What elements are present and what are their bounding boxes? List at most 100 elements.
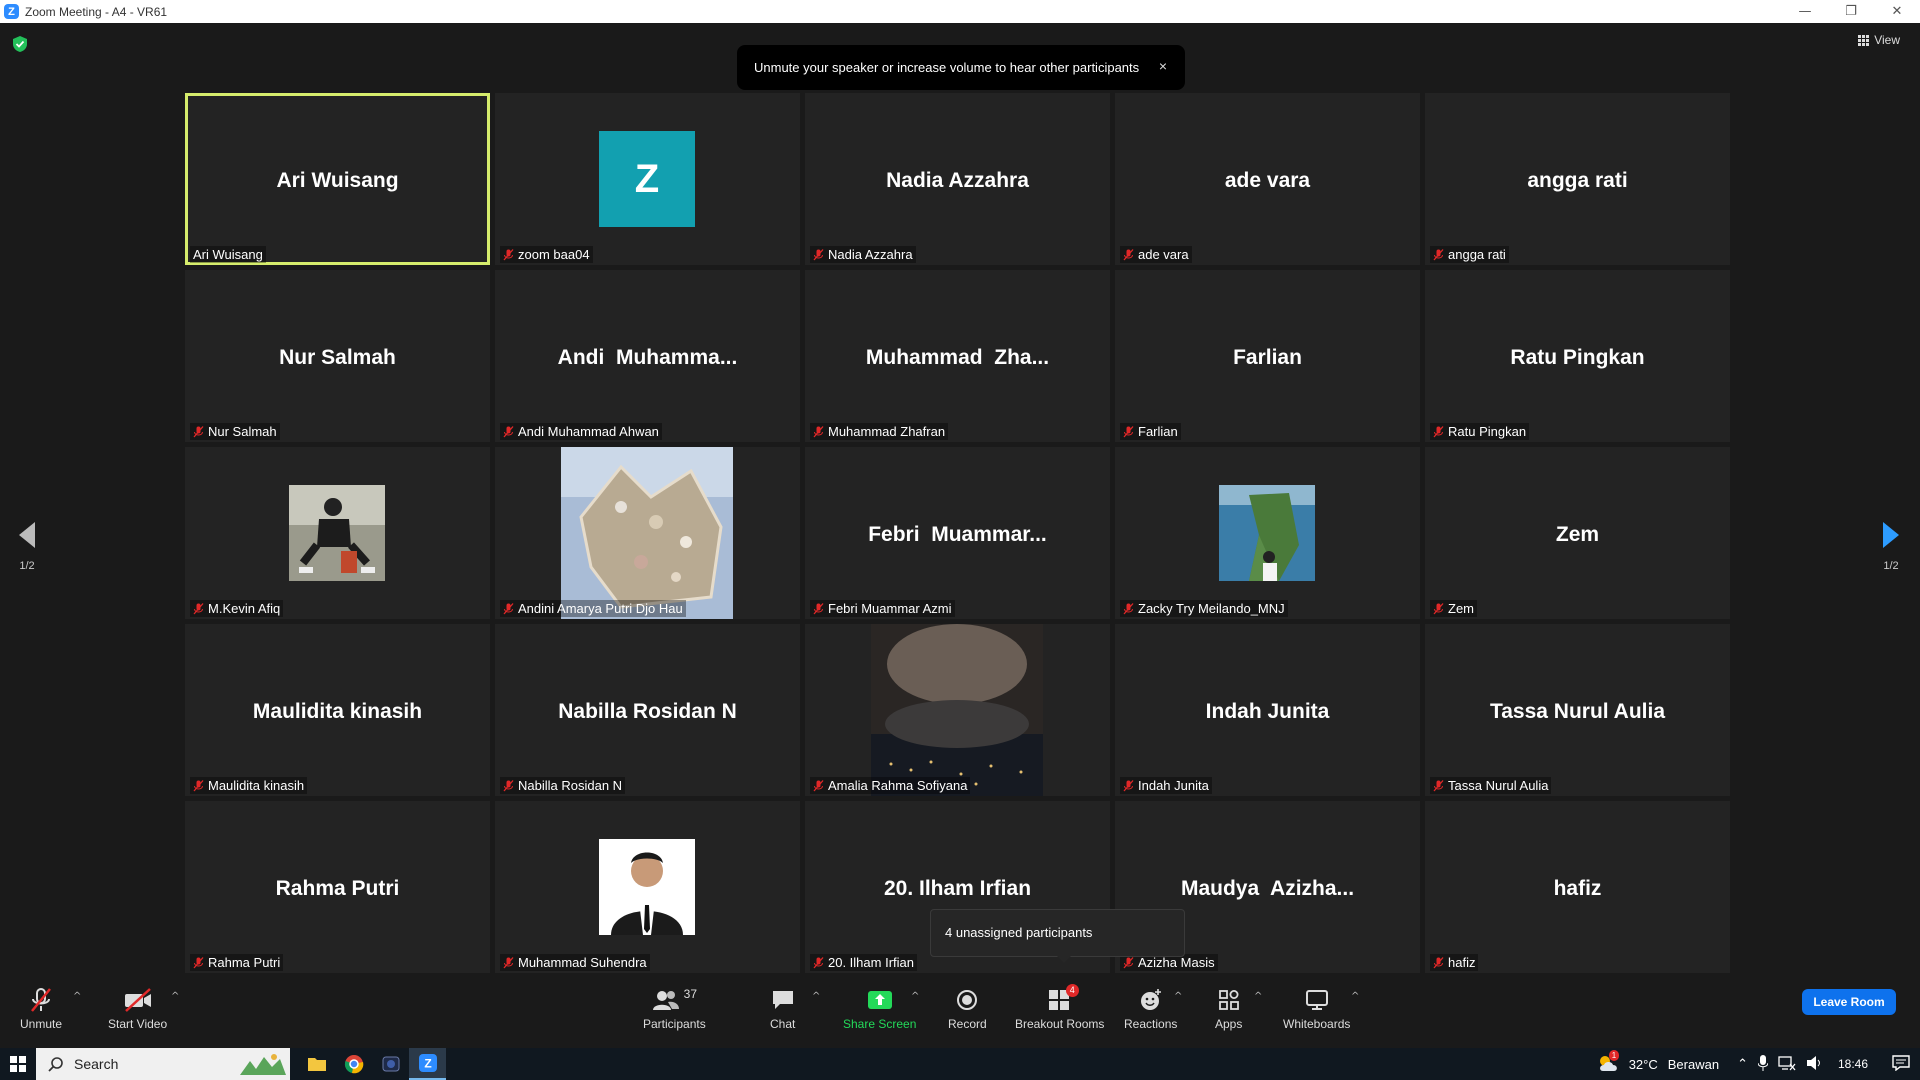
leave-room-button[interactable]: Leave Room xyxy=(1802,989,1896,1015)
participant-name: Indah Junita xyxy=(1138,778,1209,793)
windows-logo-icon xyxy=(10,1056,26,1072)
participant-name-label: Nabilla Rosidan N xyxy=(500,777,626,794)
notification-center-icon[interactable] xyxy=(1892,1054,1910,1074)
participant-display-name: Nur Salmah xyxy=(279,346,396,369)
whiteboards-button[interactable]: Whiteboards xyxy=(1283,987,1350,1031)
participants-label: Participants xyxy=(643,1017,706,1031)
participant-display-name: Zem xyxy=(1555,523,1600,546)
participant-name: Andi Muhammad Ahwan xyxy=(518,424,659,439)
participant-name-label: zoom baa04 xyxy=(500,246,593,263)
restore-icon[interactable]: ❐ xyxy=(1828,0,1874,23)
audio-toast: Unmute your speaker or increase volume t… xyxy=(737,45,1185,90)
chat-label: Chat xyxy=(770,1017,796,1031)
taskbar-search[interactable]: Search xyxy=(36,1048,290,1080)
participant-tile[interactable]: Andini Amarya Putri Djo Hau xyxy=(495,447,800,619)
participant-tile[interactable]: Andi Muhamma... Andi Muhammad Ahwan xyxy=(495,270,800,442)
participant-name: Zacky Try Meilando_MNJ xyxy=(1138,601,1285,616)
participant-photo xyxy=(599,839,695,935)
participant-tile[interactable]: Ratu Pingkan Ratu Pingkan xyxy=(1425,270,1730,442)
windows-start-button[interactable] xyxy=(0,1048,36,1080)
participant-tile[interactable]: Zem Zem xyxy=(1425,447,1730,619)
weather-text[interactable]: Berawan xyxy=(1668,1057,1719,1072)
participant-name: Azizha Masis xyxy=(1138,955,1215,970)
apps-button[interactable]: Apps xyxy=(1215,987,1242,1031)
volume-icon[interactable] xyxy=(1806,1055,1824,1074)
participant-name: Ratu Pingkan xyxy=(1448,424,1527,439)
zoom-taskbar-icon[interactable]: Z xyxy=(409,1048,446,1080)
participant-tile[interactable]: Indah Junita Indah Junita xyxy=(1115,624,1420,796)
audio-options-caret-icon[interactable]: ^ xyxy=(73,991,81,1002)
record-button[interactable]: Record xyxy=(948,987,987,1031)
participant-tile[interactable]: Nur Salmah Nur Salmah xyxy=(185,270,490,442)
participant-tile[interactable]: Rahma Putri Rahma Putri xyxy=(185,801,490,973)
participant-display-name: Nabilla Rosidan N xyxy=(558,700,737,723)
participants-icon xyxy=(652,991,679,1010)
participant-tile[interactable]: hafiz hafiz xyxy=(1425,801,1730,973)
reactions-button[interactable]: Reactions xyxy=(1124,987,1177,1031)
participant-tile[interactable]: angga rati angga rati xyxy=(1425,93,1730,265)
whiteboard-options-caret-icon[interactable]: ^ xyxy=(1351,991,1359,1002)
participant-tile[interactable]: Ari Wuisang Ari Wuisang xyxy=(185,93,490,265)
security-shield-icon[interactable] xyxy=(12,35,28,53)
participant-tile[interactable]: Zzoom baa04 xyxy=(495,93,800,265)
close-icon[interactable]: ✕ xyxy=(1874,0,1920,23)
camera-app-icon[interactable] xyxy=(372,1048,409,1080)
chrome-icon[interactable] xyxy=(335,1048,372,1080)
meeting-toolbar: Unmute ^ Start Video ^ 37 Participants C… xyxy=(0,977,1920,1048)
participant-tile[interactable]: Tassa Nurul Aulia Tassa Nurul Aulia xyxy=(1425,624,1730,796)
participant-name: zoom baa04 xyxy=(518,247,590,262)
participant-tile[interactable]: Febri Muammar... Febri Muammar Azmi xyxy=(805,447,1110,619)
participant-name-label: 20. Ilham Irfian xyxy=(810,954,917,971)
participant-tile[interactable]: Nabilla Rosidan N Nabilla Rosidan N xyxy=(495,624,800,796)
participant-tile[interactable]: Zacky Try Meilando_MNJ xyxy=(1115,447,1420,619)
minimize-icon[interactable]: — xyxy=(1782,0,1828,23)
video-options-caret-icon[interactable]: ^ xyxy=(171,991,179,1002)
participant-name: angga rati xyxy=(1448,247,1506,262)
participants-button[interactable]: 37 Participants xyxy=(643,987,706,1031)
next-page-button[interactable]: 1/2 xyxy=(1882,521,1900,572)
participant-tile[interactable]: Maulidita kinasih Maulidita kinasih xyxy=(185,624,490,796)
view-button[interactable]: View xyxy=(1858,33,1900,47)
muted-mic-icon xyxy=(813,956,824,968)
participant-name-label: Ratu Pingkan xyxy=(1430,423,1530,440)
reactions-options-caret-icon[interactable]: ^ xyxy=(1174,991,1182,1002)
chat-button[interactable]: Chat xyxy=(770,987,795,1031)
start-video-label: Start Video xyxy=(108,1017,168,1031)
participant-tile[interactable]: Nadia Azzahra Nadia Azzahra xyxy=(805,93,1110,265)
participant-tile[interactable]: M.Kevin Afiq xyxy=(185,447,490,619)
participant-photo xyxy=(1219,485,1315,581)
network-icon[interactable] xyxy=(1778,1055,1796,1074)
muted-mic-icon xyxy=(503,956,514,968)
unassigned-tooltip: 4 unassigned participants xyxy=(930,909,1185,963)
participant-tile[interactable]: Muhammad Suhendra xyxy=(495,801,800,973)
weather-icon[interactable]: 1 xyxy=(1597,1049,1620,1075)
participant-name-label: Febri Muammar Azmi xyxy=(810,600,955,617)
apps-options-caret-icon[interactable]: ^ xyxy=(1254,991,1262,1002)
clock[interactable]: 18:46 xyxy=(1838,1057,1868,1071)
chevron-right-icon xyxy=(1883,522,1899,548)
microphone-tray-icon[interactable] xyxy=(1757,1054,1769,1074)
share-options-caret-icon[interactable]: ^ xyxy=(911,991,919,1002)
participant-tile[interactable]: Farlian Farlian xyxy=(1115,270,1420,442)
weather-temp[interactable]: 32°C xyxy=(1629,1057,1658,1072)
participant-tile[interactable]: Amalia Rahma Sofiyana xyxy=(805,624,1110,796)
breakout-rooms-button[interactable]: 4 Breakout Rooms xyxy=(1015,984,1104,1031)
window-controls: — ❐ ✕ xyxy=(1782,0,1920,23)
search-highlight-icon xyxy=(240,1054,286,1075)
participant-tile[interactable]: ade vara ade vara xyxy=(1115,93,1420,265)
participant-name: Muhammad Zhafran xyxy=(828,424,946,439)
muted-mic-icon xyxy=(813,425,824,437)
chat-options-caret-icon[interactable]: ^ xyxy=(812,991,820,1002)
participant-name: Ari Wuisang xyxy=(193,247,263,262)
share-screen-button[interactable]: Share Screen xyxy=(843,987,916,1031)
participant-name-label: Andi Muhammad Ahwan xyxy=(500,423,662,440)
show-hidden-icons-icon[interactable]: ⌃ xyxy=(1737,1056,1748,1072)
muted-mic-icon xyxy=(1123,956,1134,968)
unmute-button[interactable]: Unmute xyxy=(20,987,62,1031)
toast-close-icon[interactable]: × xyxy=(1159,58,1167,74)
chevron-left-icon xyxy=(19,522,35,548)
start-video-button[interactable]: Start Video xyxy=(108,987,167,1031)
previous-page-button[interactable]: 1/2 xyxy=(18,521,36,572)
participant-tile[interactable]: Muhammad Zha... Muhammad Zhafran xyxy=(805,270,1110,442)
file-explorer-icon[interactable] xyxy=(298,1048,335,1080)
